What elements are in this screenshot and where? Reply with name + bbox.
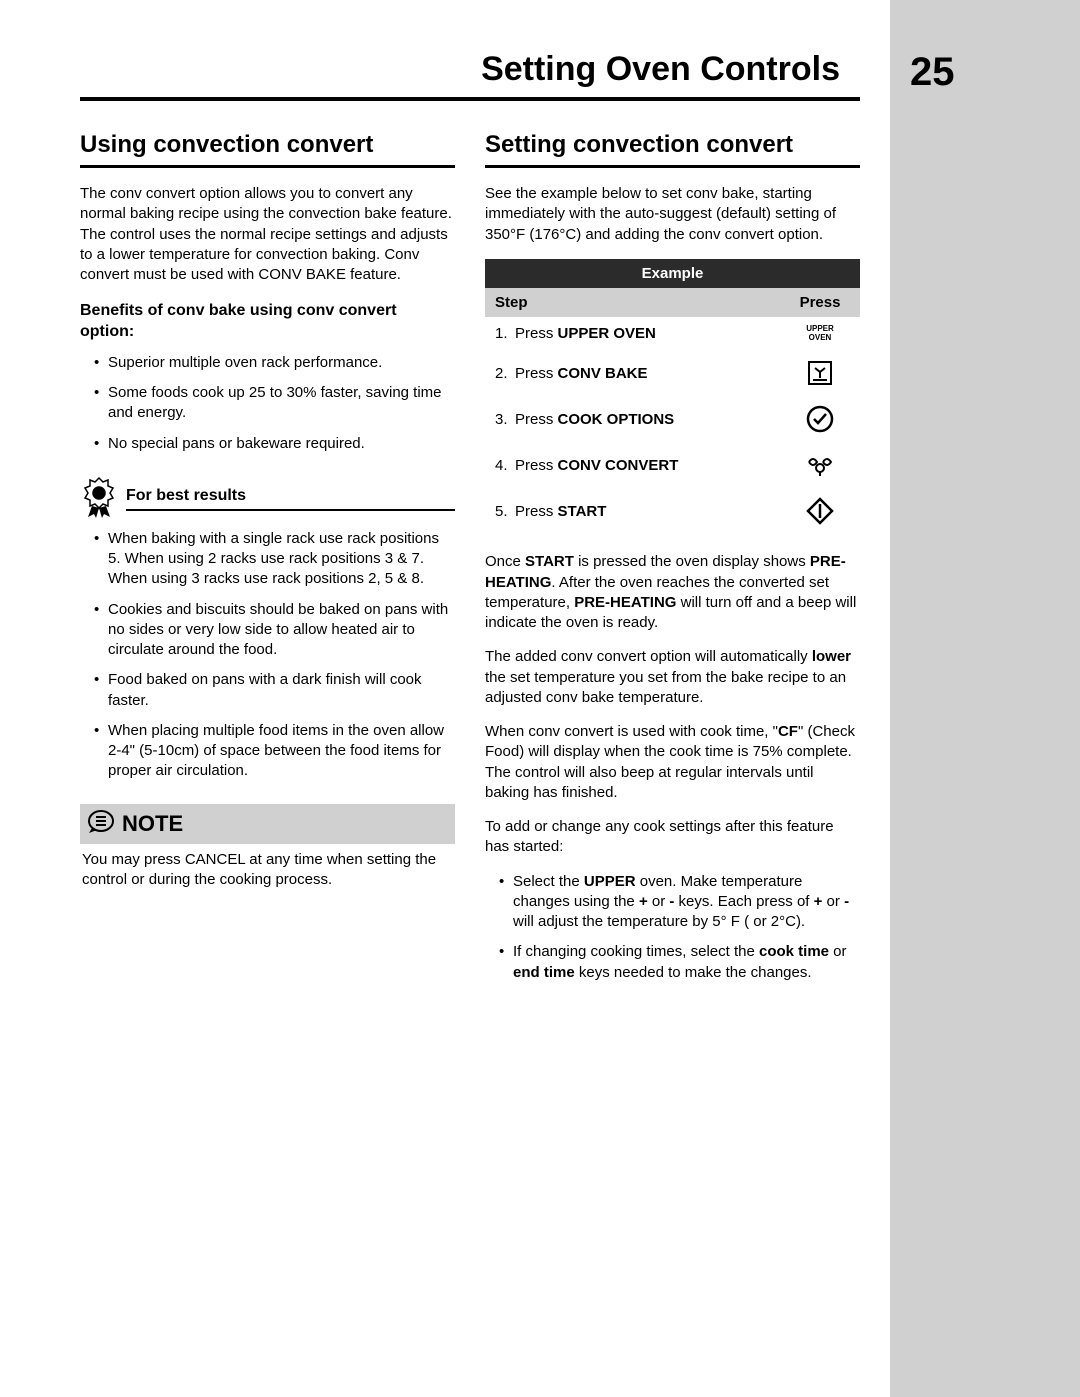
note-box: NOTE You may press CANCEL at any time wh…	[80, 804, 455, 897]
after-para: Once START is pressed the oven display s…	[485, 552, 860, 633]
heading-using-conv-convert: Using convection convert	[80, 131, 455, 159]
list-item: Food baked on pans with a dark finish wi…	[94, 670, 455, 711]
step-text: Press CONV BAKE	[515, 365, 790, 382]
after-para: To add or change any cook settings after…	[485, 817, 860, 858]
left-column: Using convection convert The conv conver…	[80, 131, 455, 999]
step-text: Press UPPER OVEN	[515, 325, 790, 342]
step-text: Press COOK OPTIONS	[515, 411, 790, 428]
best-results-list: When baking with a single rack use rack …	[80, 529, 455, 782]
list-item: When baking with a single rack use rack …	[94, 529, 455, 590]
change-list: Select the UPPER oven. Make temperature …	[485, 872, 860, 983]
col-press: Press	[780, 288, 860, 317]
col-step: Step	[485, 288, 780, 317]
step-text: Press CONV CONVERT	[515, 457, 790, 474]
list-item: Select the UPPER oven. Make temperature …	[499, 872, 860, 933]
example-title: Example	[485, 259, 860, 288]
note-body: You may press CANCEL at any time when se…	[80, 844, 455, 897]
upper-oven-icon: UPPEROVEN	[790, 325, 850, 343]
step-num: 4.	[495, 457, 515, 474]
table-row: 1. Press UPPER OVEN UPPEROVEN	[485, 317, 860, 351]
table-row: 2. Press CONV BAKE	[485, 350, 860, 396]
example-table: Example Step Press 1. Press UPPER OVEN U…	[485, 259, 860, 535]
list-item: No special pans or bakeware required.	[94, 434, 455, 454]
title-rule	[80, 97, 860, 101]
note-icon	[88, 808, 114, 840]
step-num: 5.	[495, 503, 515, 520]
step-num: 2.	[495, 365, 515, 382]
table-row: 4. Press CONV CONVERT	[485, 442, 860, 488]
right-intro: See the example below to set conv bake, …	[485, 184, 860, 245]
list-item: Superior multiple oven rack performance.	[94, 353, 455, 373]
table-row: 3. Press COOK OPTIONS	[485, 396, 860, 442]
after-para: The added conv convert option will autom…	[485, 647, 860, 708]
note-label: NOTE	[122, 811, 183, 837]
list-item: When placing multiple food items in the …	[94, 721, 455, 782]
cook-options-icon	[790, 404, 850, 434]
best-results-header: For best results	[80, 476, 455, 523]
right-column: Setting convection convert See the examp…	[485, 131, 860, 999]
list-item: If changing cooking times, select the co…	[499, 942, 860, 983]
heading-setting-conv-convert: Setting convection convert	[485, 131, 860, 159]
section-rule	[485, 165, 860, 168]
intro-para: The conv convert option allows you to co…	[80, 184, 455, 285]
benefits-list: Superior multiple oven rack performance.…	[80, 353, 455, 454]
page-title: Setting Oven Controls	[80, 50, 860, 89]
step-text: Press START	[515, 503, 790, 520]
section-rule	[80, 165, 455, 168]
table-row: 5. Press START	[485, 488, 860, 534]
benefits-heading: Benefits of conv bake using conv convert…	[80, 301, 455, 343]
page-number: 25	[910, 50, 955, 95]
step-num: 1.	[495, 325, 515, 342]
list-item: Some foods cook up 25 to 30% faster, sav…	[94, 383, 455, 424]
ribbon-icon	[80, 476, 118, 523]
list-item: Cookies and biscuits should be baked on …	[94, 600, 455, 661]
page-margin-bar: 25	[890, 0, 1080, 1397]
conv-convert-icon	[790, 450, 850, 480]
start-icon	[790, 496, 850, 526]
after-para: When conv convert is used with cook time…	[485, 722, 860, 803]
step-num: 3.	[495, 411, 515, 428]
conv-bake-icon	[790, 358, 850, 388]
best-results-label: For best results	[126, 487, 455, 511]
